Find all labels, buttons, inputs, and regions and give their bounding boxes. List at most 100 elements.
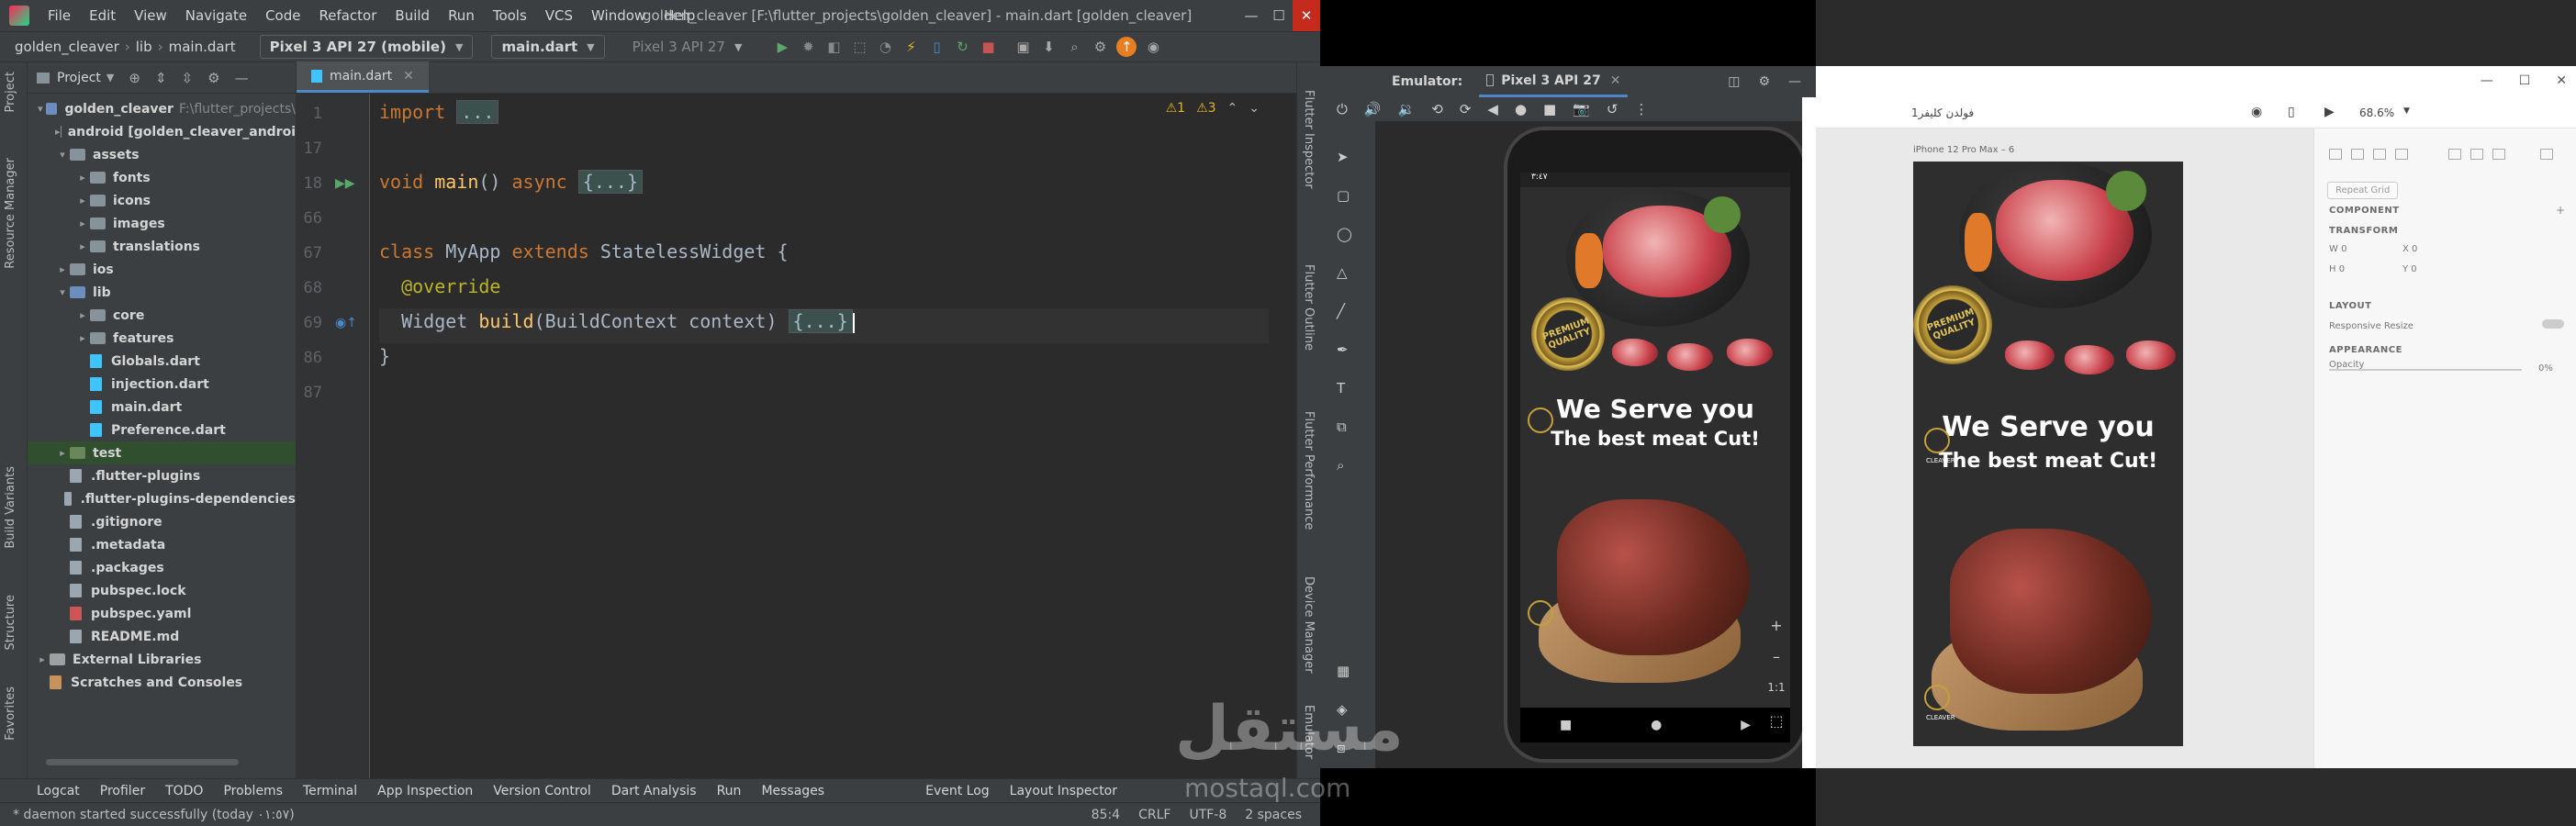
- menu-refactor[interactable]: Refactor: [309, 7, 386, 24]
- breadcrumb-project[interactable]: golden_cleaver: [9, 39, 125, 55]
- artboard[interactable]: PREMIUM QUALITY We Serve you The best mea…: [1913, 162, 2183, 746]
- tree-item[interactable]: .packages: [28, 556, 296, 579]
- width-field[interactable]: W 0: [2329, 244, 2346, 254]
- chevron-down-icon[interactable]: ⌄: [1249, 101, 1260, 116]
- xd-zoom-level[interactable]: 68.6%: [2359, 106, 2394, 119]
- tree-item[interactable]: ▸ test: [28, 441, 296, 464]
- menu-navigate[interactable]: Navigate: [176, 7, 256, 24]
- power-icon[interactable]: ⏻: [1337, 101, 1348, 117]
- chevron-right-icon[interactable]: ▸: [55, 263, 70, 275]
- menu-build[interactable]: Build: [386, 7, 439, 24]
- fit-screen-icon[interactable]: ⬚: [1764, 712, 1788, 730]
- attach-debugger-icon[interactable]: ⬚: [846, 35, 872, 59]
- tool-tab-run[interactable]: Run: [717, 784, 742, 798]
- responsive-resize-toggle[interactable]: [2542, 319, 2564, 329]
- close-tab-icon[interactable]: ✕: [1610, 73, 1621, 88]
- chevron-down-icon[interactable]: ▾: [55, 149, 70, 161]
- chevron-right-icon[interactable]: ▸: [55, 126, 61, 138]
- tree-item[interactable]: ▸ icons: [28, 189, 296, 212]
- x-field[interactable]: X 0: [2402, 244, 2417, 254]
- tree-item[interactable]: .metadata: [28, 533, 296, 556]
- run-icon[interactable]: ▶: [769, 35, 795, 59]
- zoom-tool-icon[interactable]: ⌕: [1337, 457, 1344, 474]
- tool-tab-app-inspection[interactable]: App Inspection: [377, 784, 473, 798]
- opacity-value[interactable]: 0%: [2538, 363, 2553, 374]
- menu-tools[interactable]: Tools: [484, 7, 536, 24]
- distribute-h-icon[interactable]: [2492, 149, 2505, 160]
- override-gutter-icon[interactable]: ◉↑: [335, 316, 357, 330]
- play-icon[interactable]: ▶: [2324, 105, 2335, 119]
- line-separator[interactable]: CRLF: [1138, 808, 1170, 822]
- chevron-down-icon[interactable]: ▾: [35, 103, 46, 115]
- gear-icon[interactable]: ⚙: [1758, 74, 1770, 89]
- tree-item[interactable]: .flutter-plugins: [28, 464, 296, 487]
- tree-item[interactable]: ▸ android [golden_cleaver_androi: [28, 120, 296, 143]
- indent-setting[interactable]: 2 spaces: [1245, 808, 1302, 822]
- chevron-up-icon[interactable]: ⌃: [1227, 101, 1238, 116]
- opacity-slider[interactable]: [2329, 369, 2522, 371]
- zoom-actual-button[interactable]: 1:1: [1764, 681, 1788, 694]
- artboard-tool-icon[interactable]: ⧉: [1337, 419, 1347, 435]
- chevron-right-icon[interactable]: ▸: [75, 218, 90, 229]
- volume-up-icon[interactable]: 🔊: [1364, 101, 1382, 117]
- tool-tab-layout-inspector[interactable]: Layout Inspector: [1010, 784, 1117, 798]
- tree-item[interactable]: ▾ assets: [28, 143, 296, 166]
- tree-item[interactable]: .flutter-plugins-dependencies: [28, 487, 296, 510]
- tool-tab-resource-manager[interactable]: Resource Manager: [4, 158, 17, 269]
- align-right-icon[interactable]: [2373, 149, 2386, 160]
- breadcrumb-lib[interactable]: lib: [130, 39, 158, 55]
- horizontal-scrollbar[interactable]: [46, 759, 239, 765]
- device-preview-icon[interactable]: ▯: [2288, 105, 2295, 119]
- chevron-right-icon[interactable]: ▸: [75, 332, 90, 344]
- chevron-down-icon[interactable]: ▾: [55, 286, 70, 298]
- tree-item[interactable]: Globals.dart: [28, 350, 296, 373]
- chevron-right-icon[interactable]: ▸: [75, 195, 90, 206]
- home-icon[interactable]: ●: [1515, 101, 1527, 117]
- tree-item[interactable]: pubspec.lock: [28, 579, 296, 602]
- expand-all-icon[interactable]: ⇕: [155, 70, 167, 86]
- chevron-right-icon[interactable]: ▸: [75, 172, 90, 184]
- volume-down-icon[interactable]: 🔉: [1398, 101, 1416, 117]
- chevron-right-icon[interactable]: ▸: [35, 653, 50, 665]
- minimize-icon[interactable]: —: [2481, 73, 2493, 88]
- tree-item[interactable]: ▸ fonts: [28, 166, 296, 189]
- pen-tool-icon[interactable]: ✒: [1337, 341, 1349, 358]
- add-component-icon[interactable]: +: [2556, 204, 2565, 217]
- tree-item[interactable]: ▸ translations: [28, 235, 296, 258]
- sdk-manager-icon[interactable]: ⬇: [1036, 35, 1061, 59]
- rotate-right-icon[interactable]: ⟳: [1460, 101, 1472, 117]
- emulator-device-tab[interactable]: Pixel 3 API 27 ✕: [1479, 66, 1629, 97]
- maximize-icon[interactable]: ☐: [1265, 0, 1293, 31]
- snapshot-icon[interactable]: ↺: [1607, 101, 1618, 117]
- tool-tab-dart-analysis[interactable]: Dart Analysis: [611, 784, 697, 798]
- zoom-out-button[interactable]: –: [1764, 648, 1788, 665]
- restart-icon[interactable]: ↻: [949, 35, 975, 59]
- back-icon[interactable]: ▶: [1741, 718, 1751, 732]
- debug-icon[interactable]: ✹: [795, 35, 821, 59]
- hot-reload-icon[interactable]: ⚡: [898, 35, 924, 59]
- tree-item[interactable]: README.md: [28, 625, 296, 648]
- menu-view[interactable]: View: [125, 7, 176, 24]
- tool-tab-device-manager[interactable]: Device Manager: [1302, 576, 1316, 674]
- xd-canvas[interactable]: iPhone 12 Pro Max – 6 PREMIUM QUALITY We …: [1816, 128, 2313, 768]
- menu-edit[interactable]: Edit: [80, 7, 125, 24]
- assets-icon[interactable]: ▦: [1337, 663, 1350, 679]
- tool-tab-favorites[interactable]: Favorites: [4, 686, 17, 741]
- tree-item[interactable]: main.dart: [28, 396, 296, 419]
- tool-tab-profiler[interactable]: Profiler: [100, 784, 145, 798]
- chevron-down-icon[interactable]: ▼: [2403, 106, 2410, 116]
- settings-icon[interactable]: ⚙: [1087, 35, 1113, 59]
- close-icon[interactable]: ✕: [1293, 0, 1320, 31]
- close-tab-icon[interactable]: ✕: [403, 69, 414, 84]
- run-gutter-icon[interactable]: ▶▶: [335, 176, 355, 191]
- tool-tab-todo[interactable]: TODO: [165, 784, 203, 798]
- tool-tab-project[interactable]: Project: [4, 72, 17, 112]
- artboard-label[interactable]: iPhone 12 Pro Max – 6: [1913, 145, 2014, 155]
- overview-icon[interactable]: ■: [1560, 718, 1572, 732]
- tree-item[interactable]: ▸ images: [28, 212, 296, 235]
- tree-item[interactable]: .gitignore: [28, 510, 296, 533]
- tool-tab-flutter-inspector[interactable]: Flutter Inspector: [1302, 90, 1316, 189]
- hide-panel-icon[interactable]: —: [235, 70, 249, 86]
- chevron-right-icon[interactable]: ▸: [75, 240, 90, 252]
- account-icon[interactable]: ◉: [1140, 35, 1166, 59]
